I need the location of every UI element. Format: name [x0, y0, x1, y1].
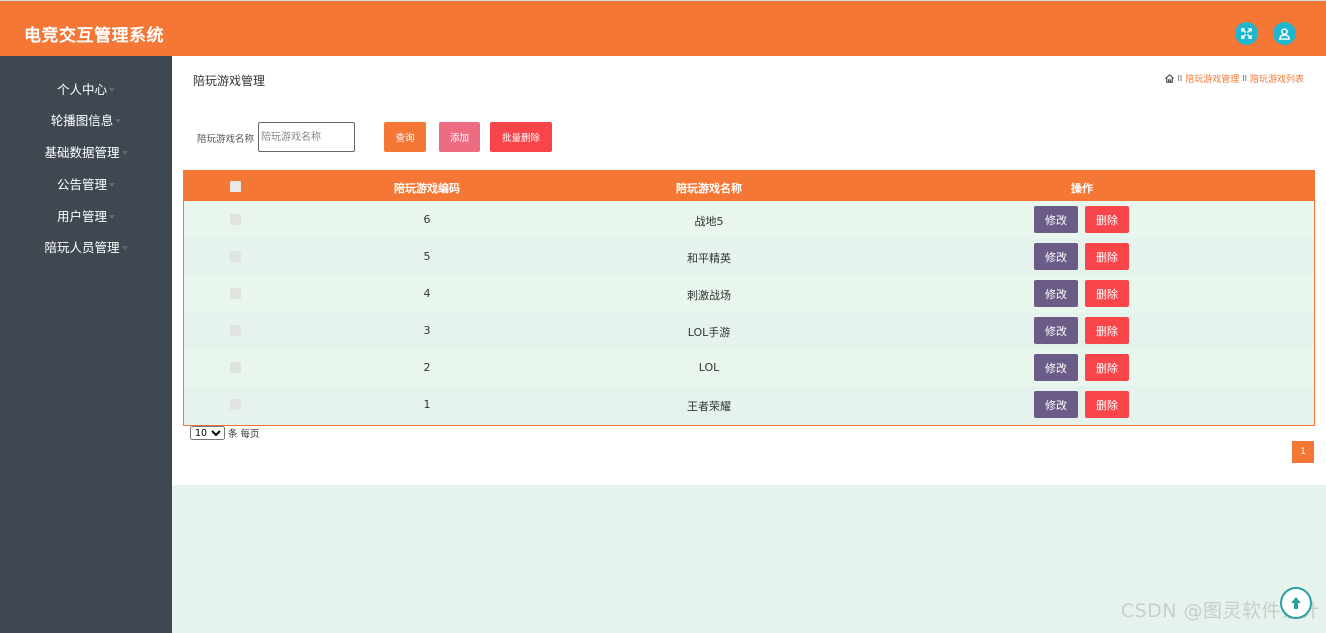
game-code-cell: 6: [423, 213, 431, 226]
column-header: 操作: [1071, 182, 1093, 195]
game-code-cell: 4: [423, 287, 431, 300]
table-row: 1 王者荣耀 修改 删除: [184, 386, 1314, 423]
page-title: 陪玩游戏管理: [193, 74, 266, 88]
user-icon: [1279, 28, 1290, 40]
page-number-button[interactable]: 1: [1292, 441, 1314, 463]
chevron-down-icon: [109, 214, 115, 219]
top-header: 电竞交互管理系统: [0, 0, 1326, 56]
batch-delete-button[interactable]: 批量删除: [490, 122, 552, 152]
table-row: 3 LOL手游 修改 删除: [184, 312, 1314, 349]
edit-button[interactable]: 修改: [1034, 243, 1078, 270]
game-name-cell: 战地5: [694, 215, 724, 228]
breadcrumb-item[interactable]: 陪玩游戏管理: [1185, 72, 1239, 85]
data-table: 陪玩游戏编码 陪玩游戏名称 操作 6 战地5 修改 删除 5 和平精英 修改 删…: [183, 170, 1315, 426]
edit-button[interactable]: 修改: [1034, 391, 1078, 418]
page-size-select[interactable]: 10: [190, 426, 225, 440]
row-checkbox[interactable]: [230, 214, 241, 225]
game-name-cell: LOL: [698, 361, 720, 374]
sidebar: 个人中心 轮播图信息 基础数据管理 公告管理 用户管理 陪玩人员管理: [0, 56, 172, 633]
back-to-top-button[interactable]: [1280, 587, 1312, 619]
page-size-control: 10 条 每页: [190, 426, 260, 440]
game-name-cell: LOL手游: [687, 326, 731, 339]
home-icon[interactable]: [1164, 73, 1175, 84]
breadcrumb-item[interactable]: 陪玩游戏列表: [1250, 72, 1304, 85]
fullscreen-button[interactable]: [1235, 22, 1258, 45]
delete-button[interactable]: 删除: [1085, 206, 1129, 233]
edit-button[interactable]: 修改: [1034, 206, 1078, 233]
delete-button[interactable]: 删除: [1085, 317, 1129, 344]
breadcrumb-separator: II: [1242, 74, 1247, 83]
table-row: 5 和平精英 修改 删除: [184, 238, 1314, 275]
select-all-checkbox[interactable]: [230, 181, 241, 192]
row-checkbox[interactable]: [230, 325, 241, 336]
table-header: 陪玩游戏编码 陪玩游戏名称 操作: [184, 171, 1314, 201]
sidebar-item-label: 公告管理: [56, 177, 107, 192]
page-size-label: 条 每页: [228, 429, 260, 440]
search-label: 陪玩游戏名称: [197, 134, 255, 145]
sidebar-item-basic-data[interactable]: 基础数据管理: [0, 142, 172, 161]
chevron-down-icon: [109, 182, 115, 187]
sidebar-item-companions[interactable]: 陪玩人员管理: [0, 237, 172, 256]
sidebar-item-carousel[interactable]: 轮播图信息: [0, 110, 172, 129]
sidebar-item-users[interactable]: 用户管理: [0, 206, 172, 225]
edit-button[interactable]: 修改: [1034, 354, 1078, 381]
breadcrumb: II 陪玩游戏管理 II 陪玩游戏列表: [1164, 72, 1304, 85]
breadcrumb-separator: II: [1177, 74, 1183, 83]
sidebar-item-label: 个人中心: [56, 82, 107, 97]
edit-button[interactable]: 修改: [1034, 280, 1078, 307]
column-header: 陪玩游戏名称: [676, 182, 742, 195]
main-panel: 陪玩游戏管理 II 陪玩游戏管理 II 陪玩游戏列表 陪玩游戏名称 查询 添加 …: [172, 56, 1326, 485]
delete-button[interactable]: 删除: [1085, 280, 1129, 307]
arrow-up-icon: [1291, 597, 1301, 609]
add-button[interactable]: 添加: [439, 122, 480, 152]
row-checkbox[interactable]: [230, 362, 241, 373]
table-row: 4 刺激战场 修改 删除: [184, 275, 1314, 312]
app-title: 电竞交互管理系统: [24, 26, 164, 46]
chevron-down-icon: [121, 245, 128, 250]
sidebar-item-profile[interactable]: 个人中心: [0, 79, 172, 98]
table-row: 6 战地5 修改 删除: [184, 201, 1314, 238]
game-code-cell: 1: [423, 398, 431, 411]
game-code-cell: 5: [423, 250, 431, 263]
chevron-down-icon: [121, 150, 128, 155]
sidebar-item-label: 基础数据管理: [44, 145, 120, 160]
row-checkbox[interactable]: [230, 251, 241, 262]
game-name-cell: 王者荣耀: [687, 400, 731, 413]
fullscreen-icon: [1241, 28, 1252, 39]
delete-button[interactable]: 删除: [1085, 243, 1129, 270]
delete-button[interactable]: 删除: [1085, 354, 1129, 381]
chevron-down-icon: [115, 118, 122, 123]
edit-button[interactable]: 修改: [1034, 317, 1078, 344]
row-checkbox[interactable]: [230, 399, 241, 410]
row-checkbox[interactable]: [230, 288, 241, 299]
chevron-down-icon: [109, 87, 115, 92]
sidebar-item-label: 陪玩人员管理: [44, 240, 120, 255]
search-input[interactable]: [258, 122, 355, 152]
game-code-cell: 2: [423, 361, 431, 374]
column-header: 陪玩游戏编码: [394, 182, 460, 195]
table-row: 2 LOL 修改 删除: [184, 349, 1314, 386]
game-name-cell: 和平精英: [687, 252, 731, 265]
query-button[interactable]: 查询: [384, 122, 426, 152]
game-code-cell: 3: [423, 324, 431, 337]
sidebar-item-label: 轮播图信息: [50, 113, 114, 128]
game-name-cell: 刺激战场: [687, 289, 731, 302]
sidebar-item-label: 用户管理: [56, 209, 107, 224]
delete-button[interactable]: 删除: [1085, 391, 1129, 418]
user-button[interactable]: [1273, 22, 1296, 45]
sidebar-item-announcements[interactable]: 公告管理: [0, 174, 172, 193]
